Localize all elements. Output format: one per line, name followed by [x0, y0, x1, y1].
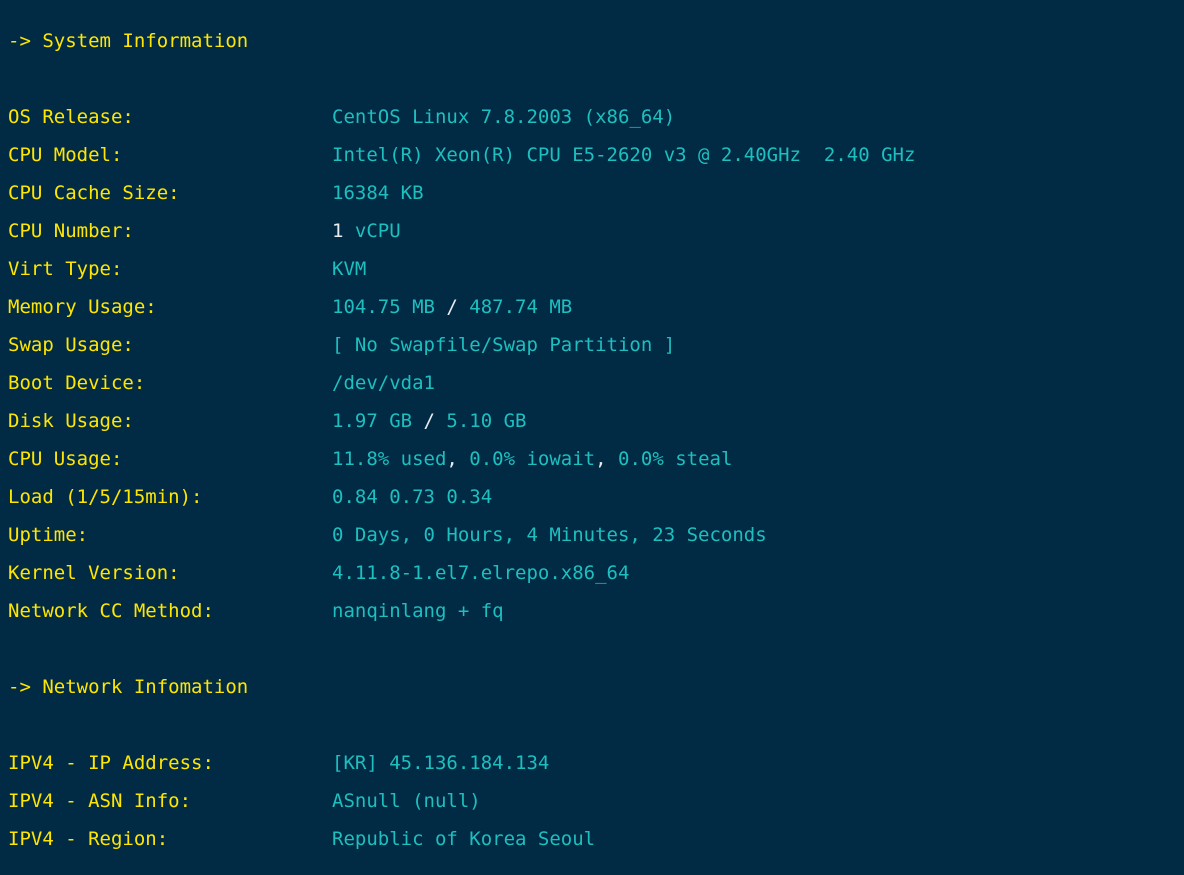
boot-device-value: /dev/vda1	[332, 372, 435, 394]
os-release-value: CentOS Linux 7.8.2003 (x86_64)	[332, 106, 676, 128]
uptime-label: Uptime:	[8, 524, 89, 546]
disk-separator: /	[423, 410, 435, 432]
ipv4-region-value: Republic of Korea Seoul	[332, 828, 596, 850]
table-row: Load (1/5/15min): 0.84 0.73 0.34	[8, 478, 1184, 516]
table-row: IPV4 - Region: Republic of Korea Seoul	[8, 820, 1184, 858]
table-row: Virt Type: KVM	[8, 250, 1184, 288]
table-row: IPV4 - ASN Info: ASnull (null)	[8, 782, 1184, 820]
ipv4-address-value: [KR] 45.136.184.134	[332, 752, 550, 774]
cpu-model-label: CPU Model:	[8, 144, 123, 166]
ipv4-address-label: IPV4 - IP Address:	[8, 752, 214, 774]
table-row: OS Release: CentOS Linux 7.8.2003 (x86_6…	[8, 98, 1184, 136]
cpu-cache-size-value: 16384 KB	[332, 182, 424, 204]
disk-usage-value: 1.97 GB / 5.10 GB	[332, 402, 1184, 440]
terminal-window[interactable]: -> System Information OS Release: CentOS…	[0, 0, 1184, 875]
cpu-cache-size-label: CPU Cache Size:	[8, 182, 180, 204]
ipv4-region-label: IPV4 - Region:	[8, 828, 169, 850]
memory-usage-label: Memory Usage:	[8, 296, 157, 318]
cpu-steal: 0.0% steal	[606, 448, 733, 470]
cpu-number-count: 1	[332, 220, 344, 242]
cpu-model-value: Intel(R) Xeon(R) CPU E5-2620 v3 @ 2.40GH…	[332, 144, 916, 166]
table-row: CPU Cache Size: 16384 KB	[8, 174, 1184, 212]
boot-device-label: Boot Device:	[8, 372, 146, 394]
table-row: Memory Usage: 104.75 MB / 487.74 MB	[8, 288, 1184, 326]
disk-usage-label: Disk Usage:	[8, 410, 134, 432]
os-release-label: OS Release:	[8, 106, 134, 128]
swap-usage-label: Swap Usage:	[8, 334, 134, 356]
virt-type-value: KVM	[332, 258, 367, 280]
table-row: CPU Number: 1 vCPU	[8, 212, 1184, 250]
ipv4-asn-info-value: ASnull (null)	[332, 790, 481, 812]
memory-total: 487.74 MB	[457, 296, 573, 318]
table-row: CPU Model: Intel(R) Xeon(R) CPU E5-2620 …	[8, 136, 1184, 174]
memory-separator: /	[446, 296, 458, 318]
swap-usage-value: [ No Swapfile/Swap Partition ]	[332, 334, 676, 356]
cpu-number-unit: vCPU	[343, 220, 401, 242]
terminal-screen: -> System Information OS Release: CentOS…	[0, 0, 1184, 858]
cpu-iowait: 0.0% iowait	[457, 448, 596, 470]
cpu-comma-2: ,	[595, 448, 607, 470]
table-row: CPU Usage: 11.8% used, 0.0% iowait, 0.0%…	[8, 440, 1184, 478]
cpu-number-label: CPU Number:	[8, 220, 134, 242]
kernel-version-label: Kernel Version:	[8, 562, 180, 584]
cpu-usage-label: CPU Usage:	[8, 448, 123, 470]
table-row: Kernel Version: 4.11.8-1.el7.elrepo.x86_…	[8, 554, 1184, 592]
network-cc-method-value: nanqinlang + fq	[332, 600, 504, 622]
network-information-heading: -> Network Infomation	[8, 676, 249, 698]
table-row: IPV4 - IP Address: [KR] 45.136.184.134	[8, 744, 1184, 782]
top-spacer	[8, 8, 1184, 22]
uptime-value: 0 Days, 0 Hours, 4 Minutes, 23 Seconds	[332, 524, 767, 546]
table-row: Boot Device: /dev/vda1	[8, 364, 1184, 402]
table-row: Uptime: 0 Days, 0 Hours, 4 Minutes, 23 S…	[8, 516, 1184, 554]
memory-used: 104.75 MB	[332, 296, 447, 318]
cpu-used: 11.8% used	[332, 448, 447, 470]
kernel-version-value: 4.11.8-1.el7.elrepo.x86_64	[332, 562, 630, 584]
table-row: Network CC Method: nanqinlang + fq	[8, 592, 1184, 630]
cpu-usage-value: 11.8% used, 0.0% iowait, 0.0% steal	[332, 440, 1184, 478]
system-information-heading: -> System Information	[8, 30, 249, 52]
disk-total: 5.10 GB	[434, 410, 527, 432]
table-row: Disk Usage: 1.97 GB / 5.10 GB	[8, 402, 1184, 440]
disk-used: 1.97 GB	[332, 410, 424, 432]
cpu-comma-1: ,	[446, 448, 458, 470]
memory-usage-value: 104.75 MB / 487.74 MB	[332, 288, 1184, 326]
virt-type-label: Virt Type:	[8, 258, 123, 280]
network-cc-method-label: Network CC Method:	[8, 600, 214, 622]
ipv4-asn-info-label: IPV4 - ASN Info:	[8, 790, 192, 812]
load-average-label: Load (1/5/15min):	[8, 486, 203, 508]
load-average-value: 0.84 0.73 0.34	[332, 486, 493, 508]
cpu-number-value: 1 vCPU	[332, 212, 1184, 250]
table-row: Swap Usage: [ No Swapfile/Swap Partition…	[8, 326, 1184, 364]
